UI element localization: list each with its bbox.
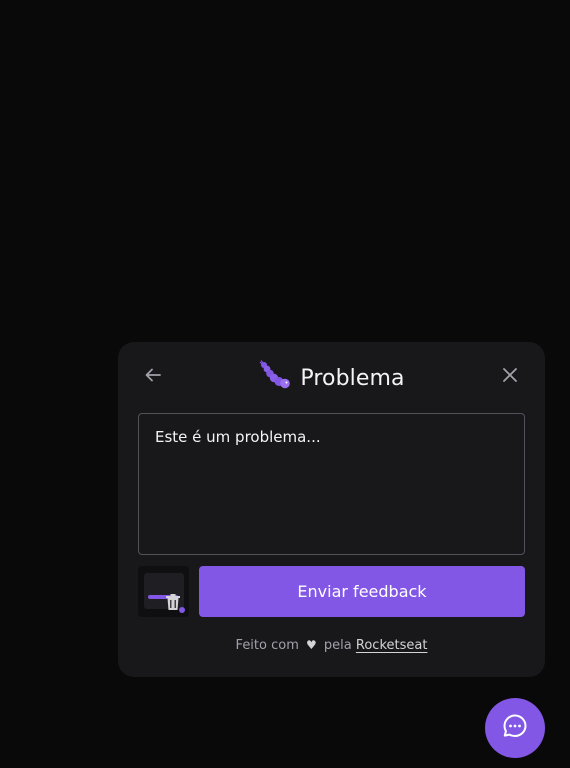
chat-bubble-icon [502,713,528,743]
heart-icon: ♥ [306,638,317,652]
screenshot-thumbnail-button[interactable] [138,566,189,617]
widget-header: Problema [118,342,545,414]
page-title: Problema [300,365,405,391]
rocketseat-link[interactable]: Rocketseat [356,638,428,653]
close-icon [501,366,519,388]
close-button[interactable] [497,364,523,390]
open-feedback-button[interactable] [485,698,545,758]
trash-icon [165,593,181,611]
footer-middle: pela [323,638,352,653]
widget-title: Problema [118,360,545,396]
bug-icon [258,359,292,397]
footer-credit: Feito com ♥ pela Rocketseat [118,638,545,653]
feedback-widget: Problema Enviar feedback Feito c [118,342,545,677]
send-feedback-button[interactable]: Enviar feedback [199,566,525,617]
footer-prefix: Feito com [235,638,299,653]
feedback-comment-input[interactable] [138,413,525,555]
